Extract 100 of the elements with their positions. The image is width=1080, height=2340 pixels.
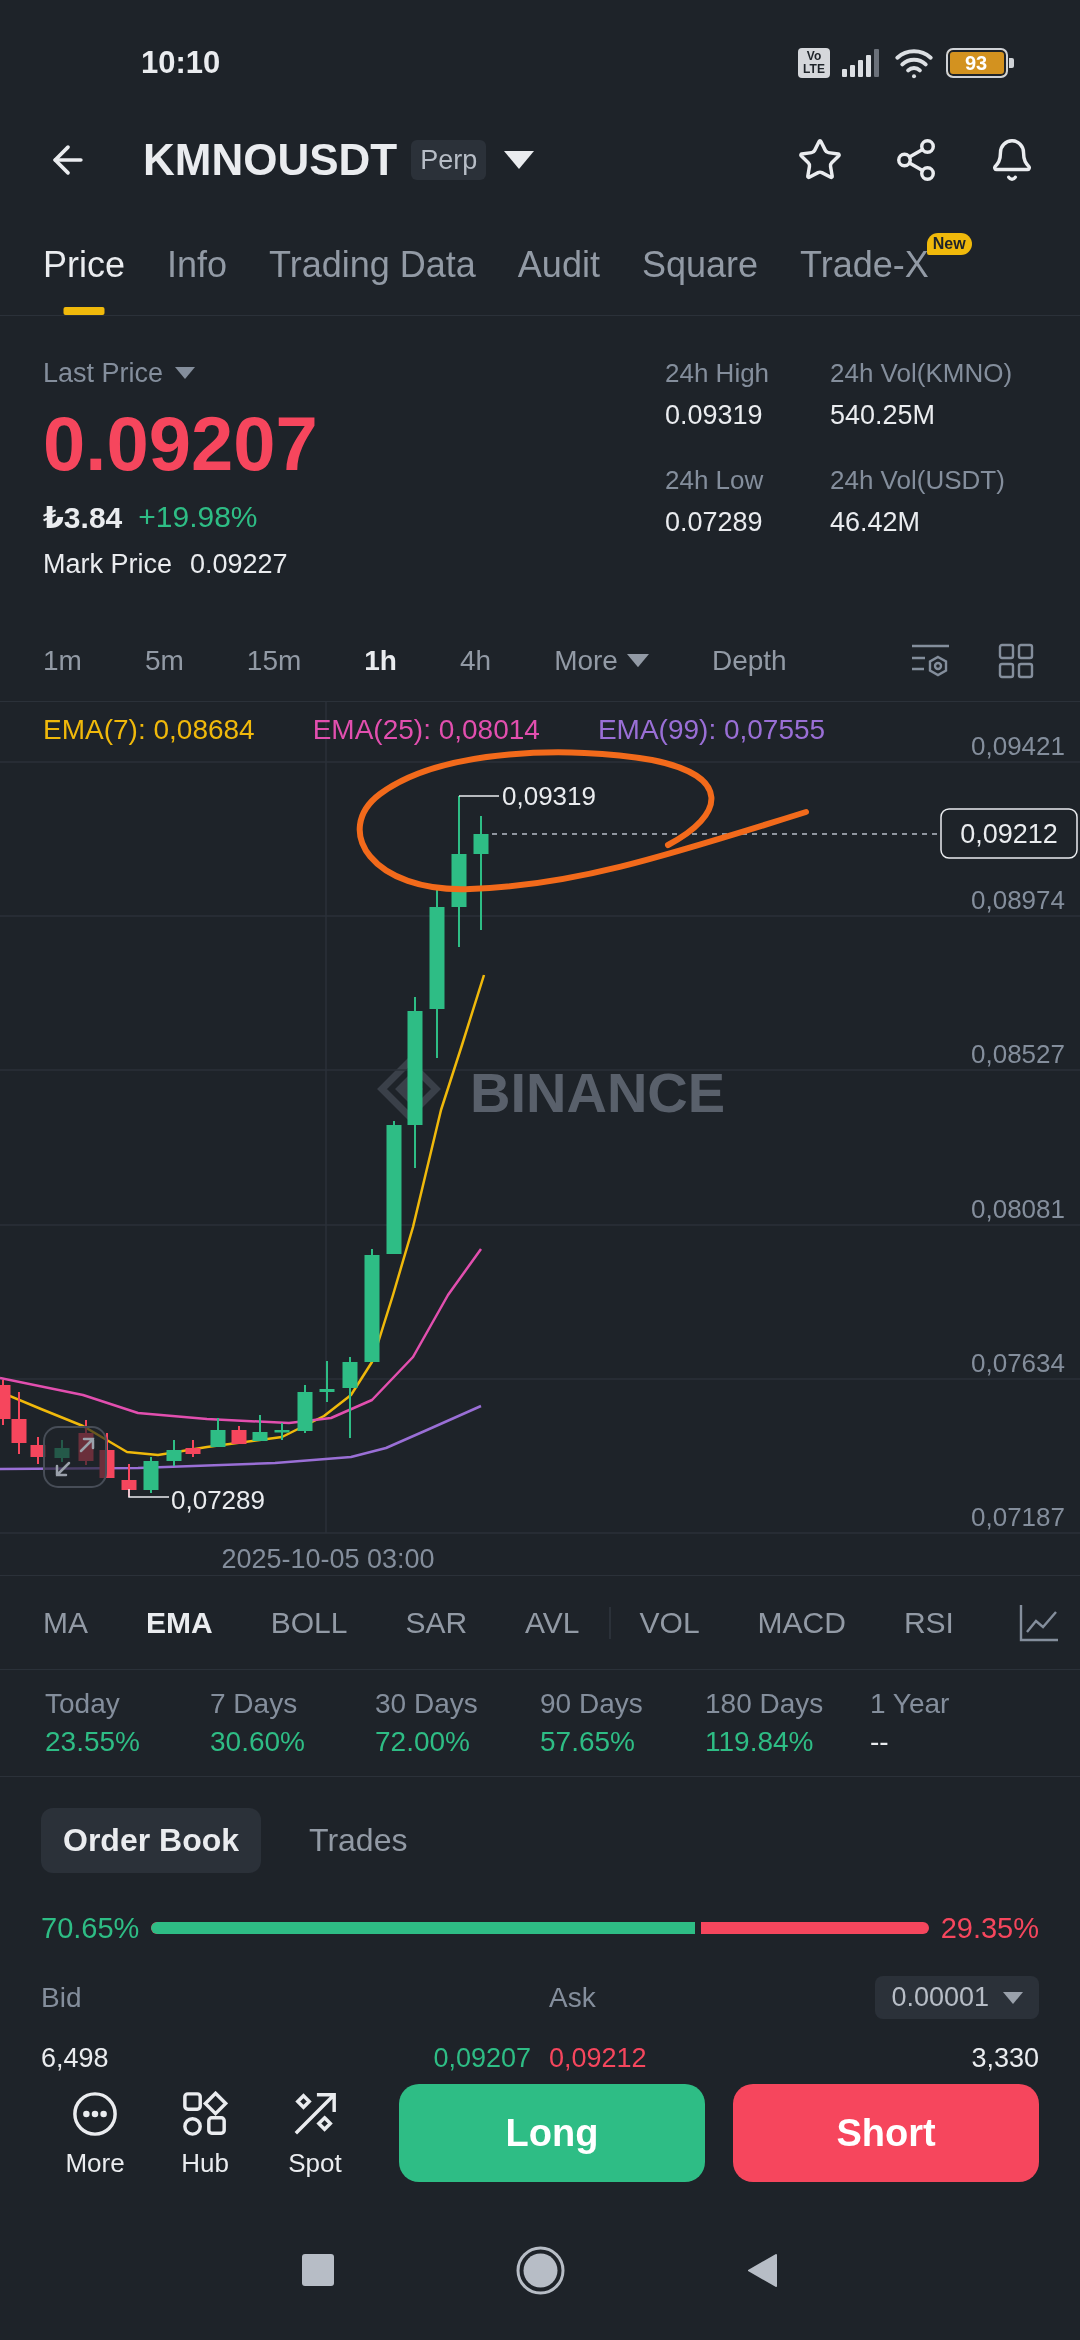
low-price-label: 0,07289 bbox=[171, 1485, 265, 1515]
indicator-tab[interactable]: MA bbox=[43, 1604, 88, 1641]
order-book-tab[interactable]: Order Book bbox=[41, 1808, 262, 1873]
time-axis-label: 2025-10-05 03:00 bbox=[221, 1544, 435, 1574]
signal-icon bbox=[842, 49, 882, 77]
candlestick bbox=[274, 1422, 290, 1441]
tab-underline bbox=[63, 307, 105, 315]
price-change: +19.98% bbox=[138, 500, 258, 534]
pair-symbol[interactable]: KMNOUSDT bbox=[143, 135, 398, 185]
indicator-tab[interactable]: VOL bbox=[639, 1604, 700, 1641]
candlestick bbox=[252, 1414, 268, 1442]
mark-price-value: 0.09227 bbox=[190, 548, 288, 580]
candlestick bbox=[297, 1384, 313, 1434]
candlestick bbox=[99, 1432, 115, 1479]
indicator-tab[interactable]: EMA bbox=[146, 1604, 213, 1641]
candlestick bbox=[54, 1439, 70, 1463]
ask-price: 0,09212 bbox=[549, 2042, 647, 2075]
page-tab[interactable]: Price bbox=[43, 245, 126, 315]
grid-icon[interactable] bbox=[998, 642, 1034, 679]
price-axis-label: 0,08527 bbox=[971, 1039, 1065, 1069]
interval-tab[interactable]: 1m bbox=[43, 643, 82, 678]
home-icon[interactable] bbox=[516, 2245, 565, 2295]
stat-label: 24h Low bbox=[665, 464, 765, 497]
short-button[interactable]: Short bbox=[733, 2084, 1039, 2182]
period-change: 57.65% bbox=[540, 1725, 636, 1759]
candlestick bbox=[231, 1425, 247, 1445]
period-change: 23.55% bbox=[45, 1725, 141, 1759]
period-label: 180 Days bbox=[705, 1687, 825, 1721]
stat-label: 24h Vol(KMNO) bbox=[830, 357, 1014, 390]
status-time: 10:10 bbox=[141, 45, 221, 81]
shortcut-button[interactable]: Spot bbox=[270, 2084, 360, 2182]
stat-label: 24h High bbox=[665, 357, 771, 390]
new-badge: New bbox=[926, 233, 972, 255]
bid-ratio-text: 70.65% bbox=[41, 1911, 140, 1945]
period-change: 72.00% bbox=[375, 1725, 471, 1759]
indicator-tab[interactable]: RSI bbox=[903, 1604, 954, 1641]
candlestick bbox=[143, 1456, 159, 1494]
stat-value: 46.42M bbox=[830, 506, 922, 539]
interval-tab[interactable]: 5m bbox=[144, 643, 184, 678]
current-price-tag: 0,09212 bbox=[940, 808, 1078, 859]
stat-label: 24h Vol(USDT) bbox=[830, 464, 1006, 497]
ema-legend: EMA(99): 0,07555 bbox=[597, 714, 826, 746]
price-axis-label: 0,08974 bbox=[971, 885, 1065, 915]
precision-dropdown[interactable]: 0.00001 bbox=[875, 1976, 1039, 2019]
bid-quantity: 6,498 bbox=[41, 2042, 109, 2075]
indicator-tab[interactable]: SAR bbox=[405, 1604, 468, 1641]
last-price-dropdown[interactable]: Last Price bbox=[43, 356, 196, 390]
interval-tab[interactable]: 4h bbox=[459, 643, 492, 678]
column-header: Ask bbox=[549, 1981, 596, 2014]
shortcut-button[interactable]: Hub bbox=[160, 2084, 250, 2182]
volte-badge: Vo LTE bbox=[798, 48, 830, 78]
candlestick bbox=[166, 1439, 182, 1467]
shapes-grid-icon bbox=[182, 2091, 228, 2137]
indicator-tab[interactable]: AVL bbox=[525, 1604, 580, 1641]
last-price: 0.09207 bbox=[43, 404, 318, 484]
mark-price-label: Mark Price bbox=[43, 548, 172, 580]
contract-badge: Perp bbox=[411, 140, 487, 180]
order-book-tab[interactable]: Trades bbox=[287, 1808, 430, 1873]
diagonal-arrow-icon bbox=[292, 2091, 338, 2137]
period-label: 90 Days bbox=[540, 1687, 644, 1721]
ask-quantity: 3,330 bbox=[971, 2042, 1039, 2075]
stat-value: 540.25M bbox=[830, 399, 937, 432]
period-label: 1 Year bbox=[870, 1687, 951, 1721]
bid-price: 0,09207 bbox=[433, 2042, 531, 2075]
candlestick bbox=[30, 1436, 46, 1465]
period-label: 30 Days bbox=[375, 1687, 479, 1721]
stat-value: 0.09319 bbox=[665, 399, 764, 432]
expand-icon[interactable] bbox=[43, 1426, 107, 1488]
indicator-tab[interactable]: MACD bbox=[757, 1604, 846, 1641]
watermark-text: BINANCE bbox=[470, 1061, 726, 1124]
interval-tab[interactable]: 15m bbox=[246, 643, 302, 678]
fiat-price: ₺3.84 bbox=[43, 499, 123, 535]
page-tab[interactable]: Info bbox=[167, 245, 228, 315]
leader-line bbox=[458, 795, 500, 797]
page-tab[interactable]: Audit bbox=[517, 245, 600, 315]
period-change: -- bbox=[870, 1725, 890, 1759]
shortcut-button[interactable]: More bbox=[50, 2084, 140, 2182]
price-axis-label: 0,09421 bbox=[971, 731, 1065, 761]
caret-icon[interactable] bbox=[504, 151, 535, 169]
interval-tab[interactable]: Depth bbox=[711, 643, 787, 678]
page-tab[interactable]: Trade-X bbox=[800, 245, 929, 315]
indicator-tab[interactable]: BOLL bbox=[270, 1604, 348, 1641]
line-chart-icon[interactable] bbox=[1019, 1603, 1059, 1642]
leader-line bbox=[128, 1488, 170, 1498]
page-tab[interactable]: Trading Data bbox=[269, 245, 476, 315]
page-tab[interactable]: Square bbox=[641, 245, 758, 315]
caret-icon[interactable] bbox=[626, 653, 649, 668]
ellipsis-icon bbox=[72, 2091, 118, 2137]
period-change: 119.84% bbox=[705, 1725, 815, 1759]
candlestick bbox=[210, 1417, 226, 1448]
period-change: 30.60% bbox=[210, 1725, 306, 1759]
candlestick bbox=[78, 1419, 94, 1466]
column-header: Bid bbox=[41, 1981, 82, 2014]
ask-ratio-text: 29.35% bbox=[940, 1911, 1039, 1945]
back-icon[interactable] bbox=[747, 2252, 778, 2288]
interval-tab[interactable]: 1h bbox=[364, 643, 397, 678]
ema-legend: EMA(25): 0,08014 bbox=[312, 714, 540, 746]
period-label: Today bbox=[45, 1687, 121, 1721]
interval-tab[interactable]: More bbox=[554, 643, 649, 678]
period-label: 7 Days bbox=[210, 1687, 299, 1721]
